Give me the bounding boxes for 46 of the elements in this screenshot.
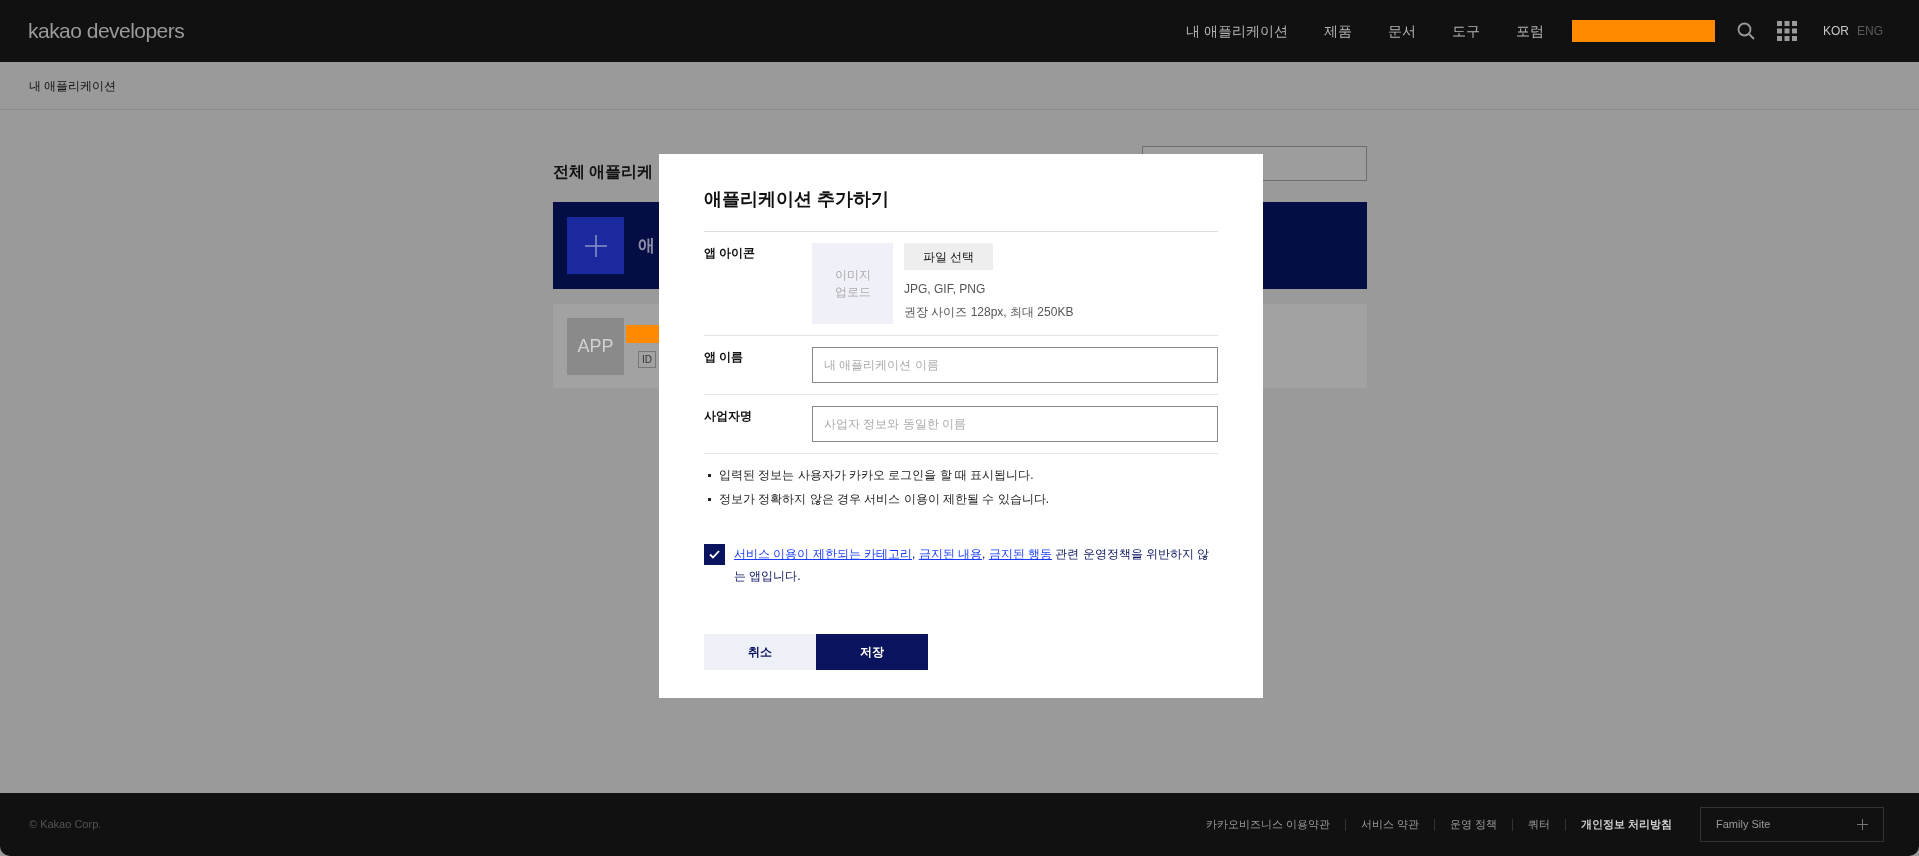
footer-link[interactable]: 운영 정책 <box>1449 816 1497 833</box>
nav-link[interactable]: 도구 <box>1451 20 1480 42</box>
agreement-text: 서비스 이용이 제한되는 카테고리, 금지된 내용, 금지된 행동 관련 운영정책을 위반하지 않는 앱입니다. <box>734 546 1211 585</box>
plus-icon <box>584 234 607 257</box>
note-text: 정보가 정확하지 않은 경우 서비스 이용이 제한될 수 있습니다. <box>719 491 1049 508</box>
text-field[interactable]: 내 애플리케이션 이름 <box>812 347 1218 383</box>
banner-text: 애 <box>638 234 655 257</box>
file-select-button[interactable]: 파일 선택 <box>904 243 993 270</box>
breadcrumb[interactable]: 내 애플리케이션 <box>29 76 117 95</box>
agreement-checkbox[interactable] <box>704 544 725 565</box>
field-label: 사업자명 <box>704 408 753 425</box>
plus-icon <box>1857 819 1868 830</box>
bullet-icon <box>708 497 711 501</box>
bullet-icon <box>708 473 711 477</box>
nav-link[interactable]: 문서 <box>1387 20 1416 42</box>
text-field[interactable]: 사업자 정보와 동일한 이름 <box>812 406 1218 442</box>
footer-link[interactable]: 서비스 약관 <box>1360 816 1419 833</box>
check-icon <box>709 550 720 559</box>
upload-text: 이미지 <box>834 266 871 284</box>
page-title: 전체 애플리케 <box>553 162 654 182</box>
file-hint: JPG, GIF, PNG <box>904 281 987 298</box>
search-icon[interactable] <box>1736 22 1755 40</box>
logo[interactable]: kakao developers <box>28 15 185 47</box>
policy-link[interactable]: 금지된 내용 <box>918 547 983 561</box>
nav-link[interactable]: 포럼 <box>1515 20 1544 42</box>
grid-icon[interactable] <box>1776 21 1797 41</box>
id-tag: ID <box>638 350 656 368</box>
cancel-button[interactable]: 취소 <box>704 634 816 670</box>
family-site-dropdown[interactable]: Family Site <box>1700 807 1884 842</box>
policy-link[interactable]: 서비스 이용이 제한되는 카테고리 <box>734 547 912 561</box>
app-logo-tile: APP <box>567 317 624 375</box>
note-text: 입력된 정보는 사용자가 카카오 로그인을 할 때 표시됩니다. <box>719 467 1034 484</box>
language-option[interactable]: KOR <box>1822 22 1849 40</box>
file-hint: 권장 사이즈 128px, 최대 250KB <box>904 304 1074 321</box>
policy-link[interactable]: 금지된 행동 <box>988 547 1053 561</box>
upload-text: 업로드 <box>834 283 871 301</box>
field-label: 앱 이름 <box>704 349 745 366</box>
save-button[interactable]: 저장 <box>816 634 928 670</box>
nav-link[interactable]: 내 애플리케이션 <box>1186 20 1288 42</box>
footer-link[interactable]: 개인정보 처리방침 <box>1580 816 1672 833</box>
footer-link[interactable]: 쿼터 <box>1527 816 1550 833</box>
copyright: © Kakao Corp. <box>29 817 102 833</box>
nav-link[interactable]: 제품 <box>1323 20 1352 42</box>
footer-link[interactable]: 카카오비즈니스 이용약관 <box>1205 816 1330 833</box>
field-label: 앱 아이콘 <box>704 245 757 262</box>
modal-title: 애플리케이션 추가하기 <box>704 186 1218 232</box>
